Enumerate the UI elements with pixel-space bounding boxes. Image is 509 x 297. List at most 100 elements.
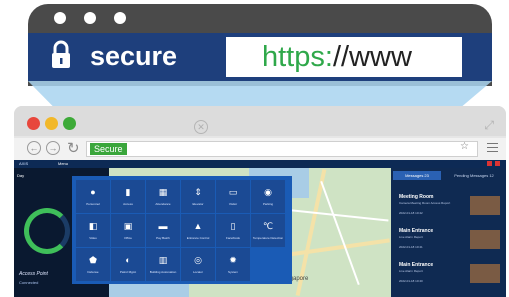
app-launcher-menu: ● Personnel ▮ Access ▦ Attendance ⇕ Elevator… <box>72 176 292 284</box>
tile-attendance[interactable]: ▦ Attendance <box>146 180 180 213</box>
tile-entrance-control[interactable]: ▲ Entrance Control <box>181 214 215 247</box>
tile-access[interactable]: ▮ Access <box>111 180 145 213</box>
message-subtitle: Camera Meeting Room Access Report <box>399 201 451 205</box>
tile-label: System <box>227 270 238 274</box>
secure-badge: Secure <box>90 143 127 155</box>
tile-label: Access <box>123 202 133 206</box>
lock-icon <box>52 40 70 68</box>
window-dot <box>54 12 66 24</box>
calendar-icon: ▦ <box>158 187 168 197</box>
app-logo: AXIS <box>19 161 29 166</box>
message-title: Meeting Room <box>399 194 434 200</box>
message-subtitle: Live Alarm Report <box>399 235 423 239</box>
door-icon: ▮ <box>125 187 131 197</box>
tile-defense[interactable]: ⬟ Defense <box>76 248 110 281</box>
tile-label: Building Automation <box>149 270 177 274</box>
tile-label: Office <box>124 236 132 240</box>
url-rest: //www <box>332 41 412 73</box>
window-dot <box>114 12 126 24</box>
connection-status: Connected <box>19 280 39 285</box>
shield-icon: ⬟ <box>89 255 97 265</box>
tile-label: Elevator <box>192 202 204 206</box>
kiosk-icon: ▯ <box>230 221 236 231</box>
menu-button[interactable]: Menu <box>58 161 68 166</box>
message-thumbnail <box>470 230 500 249</box>
thermometer-icon: ℃ <box>262 221 274 231</box>
notification-icon[interactable] <box>495 161 500 166</box>
address-bar[interactable]: Secure <box>86 141 478 157</box>
left-panel-title: Day <box>17 173 25 178</box>
tile-label: Patrol Mgmt <box>119 270 137 274</box>
secure-label: secure <box>90 41 178 71</box>
tile-system[interactable]: ✹ System <box>216 248 250 281</box>
tile-video[interactable]: ◧ Video <box>76 214 110 247</box>
tile-locator[interactable]: ◎ Locator <box>181 248 215 281</box>
tab-strip: ✕ ⤢ <box>14 106 506 136</box>
turnstile-icon: ▲ <box>193 221 203 231</box>
web-app: AXIS Menu Day Access Point Connected Sin… <box>14 160 506 297</box>
tile-label: FaceKiosk <box>225 236 240 240</box>
message-thumbnail <box>470 196 500 215</box>
message-item[interactable]: Meeting Room Camera Meeting Room Access … <box>394 194 504 224</box>
tile-office[interactable]: ▣ Office <box>111 214 145 247</box>
tile-label: Temperature Detection <box>252 236 284 240</box>
message-title: Main Entrance <box>399 262 434 268</box>
tile-elevator[interactable]: ⇕ Elevator <box>181 180 215 213</box>
message-item[interactable]: Main Entrance Live Alarm Report 2022-01-… <box>394 228 504 258</box>
back-icon[interactable]: ← <box>27 141 41 155</box>
url-scheme: https: <box>262 41 333 73</box>
building-icon: ▥ <box>158 255 168 265</box>
tile-label: Attendance <box>155 202 171 206</box>
tile-personnel[interactable]: ● Personnel <box>76 180 110 213</box>
messages-panel: Messages 23 Pending Messages 12 Meeting … <box>391 168 506 297</box>
message-subtitle: Live Alarm Report <box>399 269 423 273</box>
status-gauge <box>24 208 70 254</box>
compass-icon: ◐ <box>125 255 131 265</box>
reload-icon[interactable]: ↻ <box>67 139 80 157</box>
expand-icon[interactable]: ⤢ <box>484 118 494 133</box>
tile-label: Locator <box>192 270 203 274</box>
tile-building-automation[interactable]: ▥ Building Automation <box>146 248 180 281</box>
launcher-grid: ● Personnel ▮ Access ▦ Attendance ⇕ Elevator… <box>76 180 285 281</box>
window-dot <box>84 12 96 24</box>
tile-label: Video <box>89 236 97 240</box>
close-window-button[interactable] <box>27 117 40 130</box>
minimize-window-button[interactable] <box>45 117 58 130</box>
tab-pending-messages[interactable]: Pending Messages 12 <box>445 171 503 180</box>
tile-parking[interactable]: ◉ Parking <box>251 180 285 213</box>
tile-temperature-detection[interactable]: ℃ Temperature Detection <box>251 214 285 247</box>
access-point-label: Access Point <box>19 271 48 277</box>
tile-facekiosk[interactable]: ▯ FaceKiosk <box>216 214 250 247</box>
message-time: 2022-01-18 10:42 <box>399 211 423 215</box>
tab-messages[interactable]: Messages 23 <box>393 171 441 180</box>
map-road <box>320 180 360 286</box>
topbar-icons <box>487 161 500 166</box>
window-controls <box>27 117 76 130</box>
maximize-window-button[interactable] <box>63 117 76 130</box>
zoomed-window-dots <box>54 12 126 24</box>
tile-label: Visitor <box>228 202 238 206</box>
message-item[interactable]: Main Entrance Live Alarm Report 2022-01-… <box>394 262 504 292</box>
elevator-icon: ⇕ <box>194 187 202 197</box>
tile-patrol[interactable]: ◐ Patrol Mgmt <box>111 248 145 281</box>
messages-tabs: Messages 23 Pending Messages 12 <box>391 171 506 180</box>
browser-menu-icon[interactable] <box>487 143 498 155</box>
location-icon: ◎ <box>194 255 202 265</box>
message-title: Main Entrance <box>399 228 434 234</box>
message-time: 2022-01-18 10:41 <box>399 245 423 249</box>
message-time: 2022-01-18 10:40 <box>399 279 423 283</box>
briefcase-icon: ▣ <box>123 221 133 231</box>
zoomed-url-field: https://www <box>226 37 462 77</box>
tile-visitor[interactable]: ▭ Visitor <box>216 180 250 213</box>
tile-pay-batch[interactable]: ▬ Pay Batch <box>146 214 180 247</box>
message-thumbnail <box>470 264 500 283</box>
person-icon: ● <box>90 187 96 197</box>
tab-close-icon[interactable]: ✕ <box>194 120 208 134</box>
forward-icon[interactable]: → <box>46 141 60 155</box>
alert-icon[interactable] <box>487 161 492 166</box>
gear-icon: ✹ <box>229 255 237 265</box>
bookmark-star-icon[interactable]: ☆ <box>460 141 469 152</box>
parking-pin-icon: ◉ <box>264 187 272 197</box>
tile-label: Personnel <box>86 202 100 206</box>
app-topbar: AXIS Menu <box>14 160 506 168</box>
